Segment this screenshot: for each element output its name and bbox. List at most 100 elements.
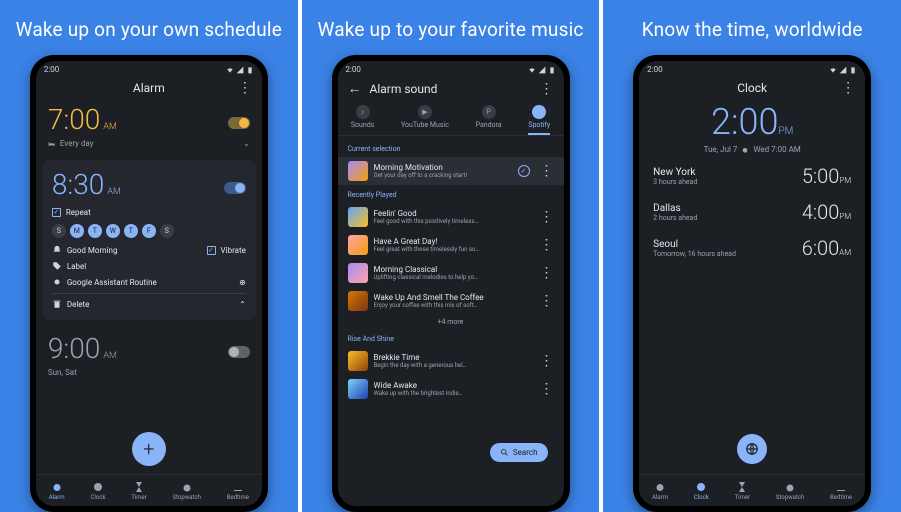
- delete-row[interactable]: Delete ⌃: [52, 293, 246, 312]
- nav-bedtime[interactable]: Bedtime: [227, 481, 249, 501]
- sound-tabs: ♪Sounds ▶YouTube Music PPandora ♫Spotify: [338, 101, 564, 136]
- nav-timer[interactable]: Timer: [735, 481, 751, 501]
- pandora-icon: P: [482, 105, 496, 119]
- headline-2: Wake up to your favorite music: [317, 18, 583, 41]
- item-more-icon[interactable]: ⋮: [540, 381, 554, 397]
- nav-alarm[interactable]: Alarm: [652, 481, 668, 501]
- item-more-icon[interactable]: ⋮: [540, 163, 554, 179]
- alarm-2-time[interactable]: 8:30: [52, 168, 104, 201]
- alarm-1[interactable]: 7:00AM Every day ⌄: [36, 95, 262, 156]
- nav-stopwatch[interactable]: Stopwatch: [172, 481, 200, 501]
- add-alarm-button[interactable]: +: [132, 432, 166, 466]
- item-more-icon[interactable]: ⋮: [540, 353, 554, 369]
- nav-timer[interactable]: Timer: [131, 481, 147, 501]
- local-clock: 2:00PM Tue, Jul 7 Wed 7:00 AM: [639, 95, 865, 158]
- alarm-list: 7:00AM Every day ⌄ 8:30AM Repeat: [36, 95, 262, 474]
- song-row[interactable]: Have A Great Day!Feel great with these t…: [338, 231, 564, 259]
- sound-row[interactable]: Good Morning: [52, 245, 118, 255]
- more-icon-3[interactable]: ⋮: [841, 80, 855, 96]
- headline-1: Wake up on your own schedule: [16, 18, 282, 41]
- tag-icon: [52, 261, 62, 271]
- page-title-2: Alarm sound: [362, 82, 540, 96]
- item-more-icon[interactable]: ⋮: [540, 265, 554, 281]
- song-row[interactable]: Wide AwakeWake up with the brightest Ind…: [338, 375, 564, 403]
- nav-bar-3: Alarm Clock Timer Stopwatch Bedtime: [639, 474, 865, 506]
- back-button[interactable]: ←: [348, 80, 362, 97]
- nav-clock[interactable]: Clock: [90, 481, 105, 501]
- tab-spotify[interactable]: ♫Spotify: [528, 105, 550, 129]
- day-m[interactable]: M: [70, 224, 84, 238]
- next-alarm: Wed 7:00 AM: [753, 145, 800, 154]
- current-selection[interactable]: Morning MotivationGet your day off to a …: [338, 157, 564, 185]
- world-clock-row[interactable]: SeoulTomorrow, 16 hours ahead 6:00AM: [639, 230, 865, 266]
- nav-clock[interactable]: Clock: [694, 481, 709, 501]
- item-more-icon[interactable]: ⋮: [540, 293, 554, 309]
- timer-icon: [133, 481, 145, 493]
- day-t[interactable]: T: [88, 224, 102, 238]
- song-row[interactable]: Wake Up And Smell The CoffeeEnjoy your c…: [338, 287, 564, 315]
- day-t2[interactable]: T: [124, 224, 138, 238]
- album-art: [348, 161, 368, 181]
- status-time: 2:00: [44, 65, 59, 74]
- day-s[interactable]: S: [52, 224, 66, 238]
- local-date: Tue, Jul 7: [704, 145, 738, 154]
- search-button[interactable]: Search: [490, 443, 548, 462]
- timer-icon: [736, 481, 748, 493]
- alarm-icon: [654, 481, 666, 493]
- song-row[interactable]: Brekkie TimeBegin the day with a generou…: [338, 347, 564, 375]
- world-clock-row[interactable]: New York3 hours ahead 5:00PM: [639, 158, 865, 194]
- clock-icon: [695, 481, 707, 493]
- alarm-1-toggle[interactable]: [228, 117, 250, 129]
- search-icon: [500, 448, 509, 457]
- nav-stopwatch[interactable]: Stopwatch: [776, 481, 804, 501]
- item-more-icon[interactable]: ⋮: [540, 209, 554, 225]
- vibrate-checkbox[interactable]: [207, 246, 216, 255]
- signal-icon: [236, 66, 244, 74]
- bell-icon: [52, 245, 62, 255]
- panel-sound: Wake up to your favorite music 2:00 ← Al…: [298, 0, 600, 512]
- nav-bar: Alarm Clock Timer Stopwatch Bedtime: [36, 474, 262, 506]
- alarm-3-toggle[interactable]: [228, 346, 250, 358]
- tab-ytm[interactable]: ▶YouTube Music: [401, 105, 449, 129]
- add-icon[interactable]: ⊕: [239, 278, 246, 287]
- alarm-mini-icon: [741, 146, 749, 154]
- item-more-icon[interactable]: ⋮: [540, 237, 554, 253]
- phone-1: 2:00 Alarm ⋮ 7:00AM Every day ⌄: [30, 55, 268, 512]
- sound-list[interactable]: Current selection Morning MotivationGet …: [338, 139, 564, 506]
- note-icon: ♪: [356, 105, 370, 119]
- globe-icon: [745, 442, 759, 456]
- more-icon[interactable]: ⋮: [238, 80, 252, 96]
- nav-bedtime[interactable]: Bedtime: [830, 481, 852, 501]
- stopwatch-icon: [181, 481, 193, 493]
- tab-sounds[interactable]: ♪Sounds: [351, 105, 374, 129]
- day-s2[interactable]: S: [160, 224, 174, 238]
- alarm-3[interactable]: 9:00AM Sun, Sat: [36, 324, 262, 385]
- nav-alarm[interactable]: Alarm: [49, 481, 65, 501]
- battery-icon: [548, 66, 556, 74]
- chevron-down-icon[interactable]: ⌄: [243, 139, 250, 148]
- repeat-checkbox[interactable]: [52, 208, 61, 217]
- day-w[interactable]: W: [106, 224, 120, 238]
- day-f[interactable]: F: [142, 224, 156, 238]
- phone-3: 2:00 Clock ⋮ 2:00PM Tue, Jul 7 Wed 7:00 …: [633, 55, 871, 512]
- add-city-button[interactable]: [737, 434, 767, 464]
- page-title-3: Clock: [663, 81, 841, 95]
- tab-pandora[interactable]: PPandora: [476, 105, 502, 129]
- routine-row[interactable]: Google Assistant Routine ⊕: [52, 274, 246, 290]
- bedtime-icon: [232, 481, 244, 493]
- world-clock-row[interactable]: Dallas2 hours ahead 4:00PM: [639, 194, 865, 230]
- alarm-2-toggle[interactable]: [224, 182, 246, 194]
- song-row[interactable]: Morning ClassicalUplifting classical mel…: [338, 259, 564, 287]
- wifi-icon: [829, 66, 837, 74]
- bedtime-icon: [835, 481, 847, 493]
- vibrate-row[interactable]: Vibrate: [207, 246, 246, 255]
- more-link[interactable]: +4 more: [338, 315, 564, 329]
- label-row[interactable]: Label: [52, 258, 246, 274]
- section-current: Current selection: [338, 139, 564, 157]
- chevron-up-icon[interactable]: ⌃: [239, 300, 246, 309]
- wifi-icon: [528, 66, 536, 74]
- page-title: Alarm: [60, 81, 238, 95]
- song-row[interactable]: Feelin' GoodFeel good with this positive…: [338, 203, 564, 231]
- more-icon-2[interactable]: ⋮: [540, 81, 554, 97]
- status-bar: 2:00: [36, 61, 262, 76]
